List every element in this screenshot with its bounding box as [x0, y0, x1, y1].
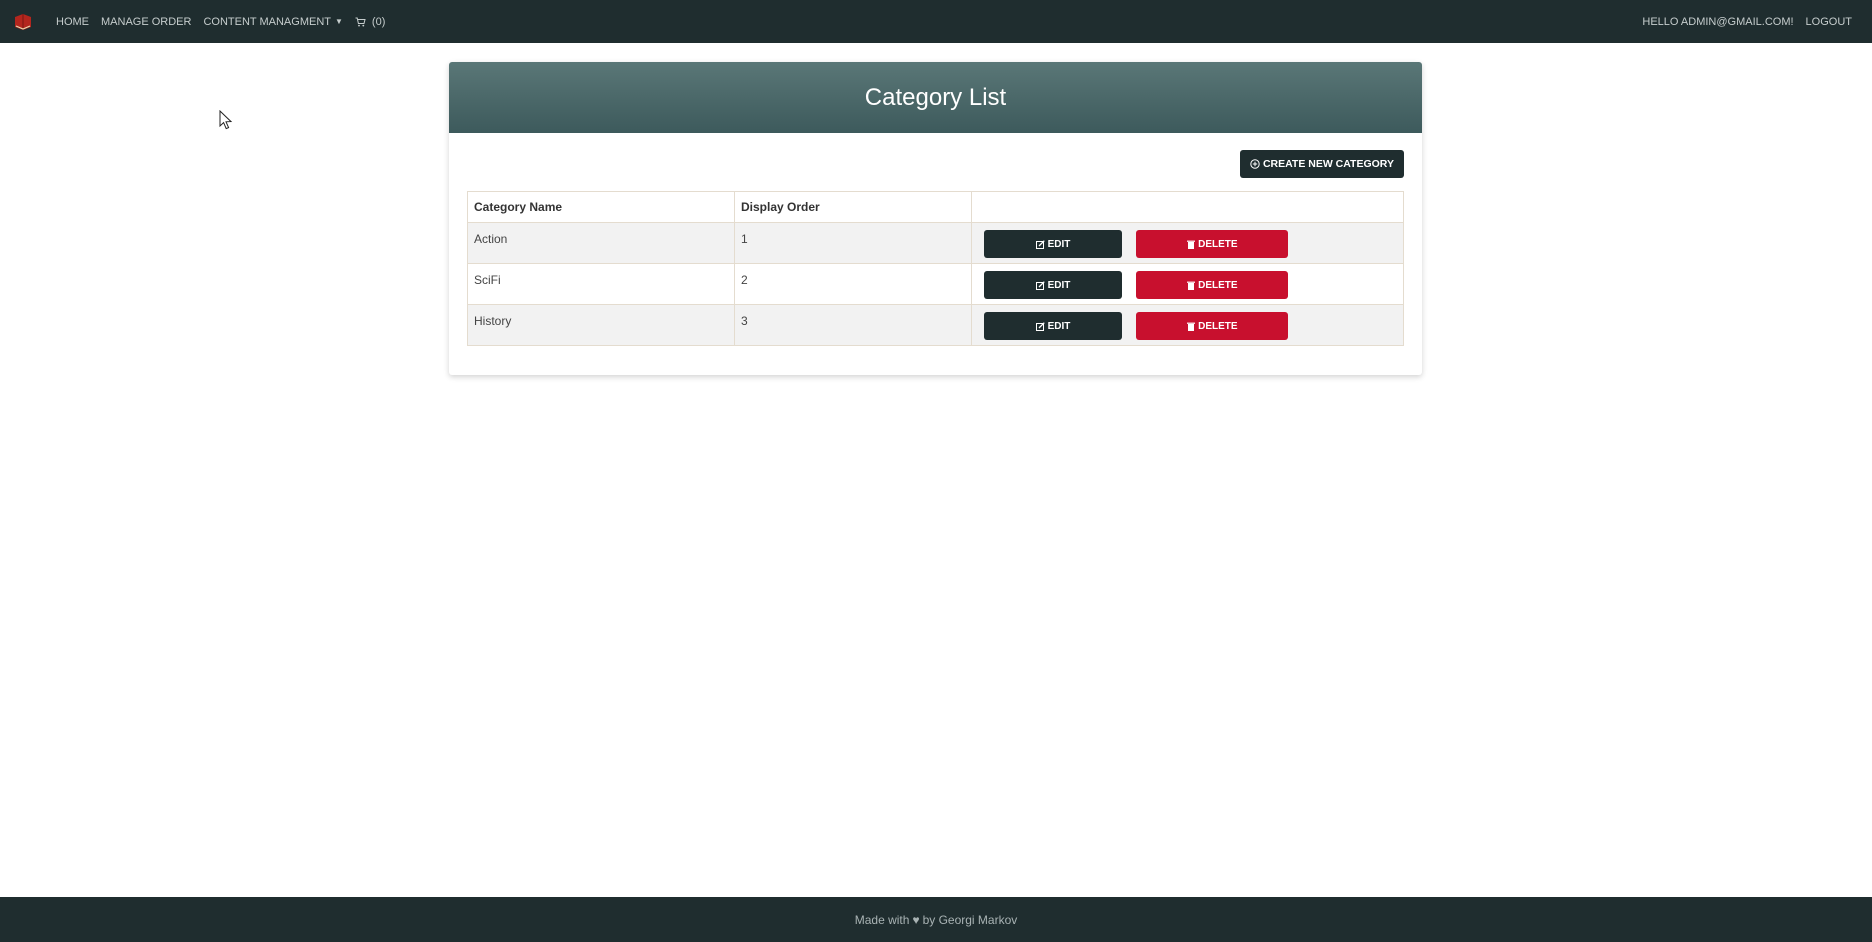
nav-right: HELLO ADMIN@GMAIL.COM! LOGOUT [1636, 16, 1858, 28]
footer-author: by Georgi Markov [922, 912, 1018, 927]
create-new-category-button[interactable]: CREATE NEW CATEGORY [1239, 150, 1404, 178]
delete-label: DELETE [1198, 238, 1238, 250]
edit-label: EDIT [1047, 238, 1071, 250]
delete-button[interactable]: DELETE [1136, 230, 1289, 258]
edit-icon [1035, 321, 1045, 331]
cart-icon [355, 17, 366, 27]
cart-count: (0) [371, 15, 386, 28]
nav-content-management-dropdown[interactable]: CONTENT MANAGMENT ▼ [197, 16, 348, 28]
cell-category-name: SciFi [467, 263, 735, 305]
cell-display-order: 2 [734, 263, 972, 305]
delete-label: DELETE [1198, 279, 1238, 291]
cell-actions: EDIT DELETE [971, 222, 1404, 264]
nav-home[interactable]: HOME [50, 16, 95, 28]
cell-display-order: 1 [734, 222, 972, 264]
table-row: SciFi 2 EDIT DELETE [467, 263, 1404, 305]
table-row: History 3 EDIT DELETE [467, 304, 1404, 346]
nav-logout[interactable]: LOGOUT [1800, 16, 1858, 28]
edit-label: EDIT [1047, 320, 1071, 332]
edit-button[interactable]: EDIT [984, 271, 1122, 299]
edit-button[interactable]: EDIT [984, 230, 1122, 258]
edit-icon [1035, 280, 1045, 290]
nav-user-greeting[interactable]: HELLO ADMIN@GMAIL.COM! [1636, 16, 1799, 28]
category-card: Category List CREATE NEW CATEGORY Catego… [449, 62, 1422, 375]
plus-circle-icon [1250, 159, 1260, 169]
create-new-category-label: CREATE NEW CATEGORY [1262, 158, 1394, 170]
nav-manage-order[interactable]: MANAGE ORDER [95, 16, 197, 28]
caret-down-icon: ▼ [335, 17, 343, 26]
delete-button[interactable]: DELETE [1136, 271, 1289, 299]
page-title: Category List [864, 83, 1007, 111]
brand-logo-icon[interactable] [12, 11, 34, 33]
table-row: Action 1 EDIT DELETE [467, 222, 1404, 264]
trash-icon [1187, 281, 1196, 290]
footer-made-with: Made with [854, 912, 910, 927]
nav-cart[interactable]: (0) [349, 16, 391, 28]
mouse-cursor-icon [219, 109, 233, 135]
category-table: Category Name Display Order Action 1 EDI… [467, 191, 1404, 346]
nav-left: HOME MANAGE ORDER CONTENT MANAGMENT ▼ (0… [12, 11, 391, 33]
edit-label: EDIT [1047, 279, 1071, 291]
trash-icon [1187, 240, 1196, 249]
cell-actions: EDIT DELETE [971, 263, 1404, 305]
edit-button[interactable]: EDIT [984, 312, 1122, 340]
header-category-name: Category Name [467, 191, 735, 223]
delete-button[interactable]: DELETE [1136, 312, 1289, 340]
table-header-row: Category Name Display Order [467, 191, 1404, 223]
trash-icon [1187, 322, 1196, 331]
cell-category-name: Action [467, 222, 735, 264]
cell-actions: EDIT DELETE [971, 304, 1404, 346]
header-display-order: Display Order [734, 191, 972, 223]
header-actions [971, 191, 1404, 223]
toolbar: CREATE NEW CATEGORY [467, 150, 1404, 179]
card-header: Category List [449, 62, 1422, 133]
nav-content-management-label: CONTENT MANAGMENT [203, 15, 331, 28]
footer: Made with ♥ by Georgi Markov [0, 897, 1872, 942]
heart-icon: ♥ [912, 912, 920, 927]
cell-category-name: History [467, 304, 735, 346]
edit-icon [1035, 239, 1045, 249]
navbar: HOME MANAGE ORDER CONTENT MANAGMENT ▼ (0… [0, 0, 1872, 43]
card-body: CREATE NEW CATEGORY Category Name Displa… [449, 133, 1422, 346]
delete-label: DELETE [1198, 320, 1238, 332]
cell-display-order: 3 [734, 304, 972, 346]
